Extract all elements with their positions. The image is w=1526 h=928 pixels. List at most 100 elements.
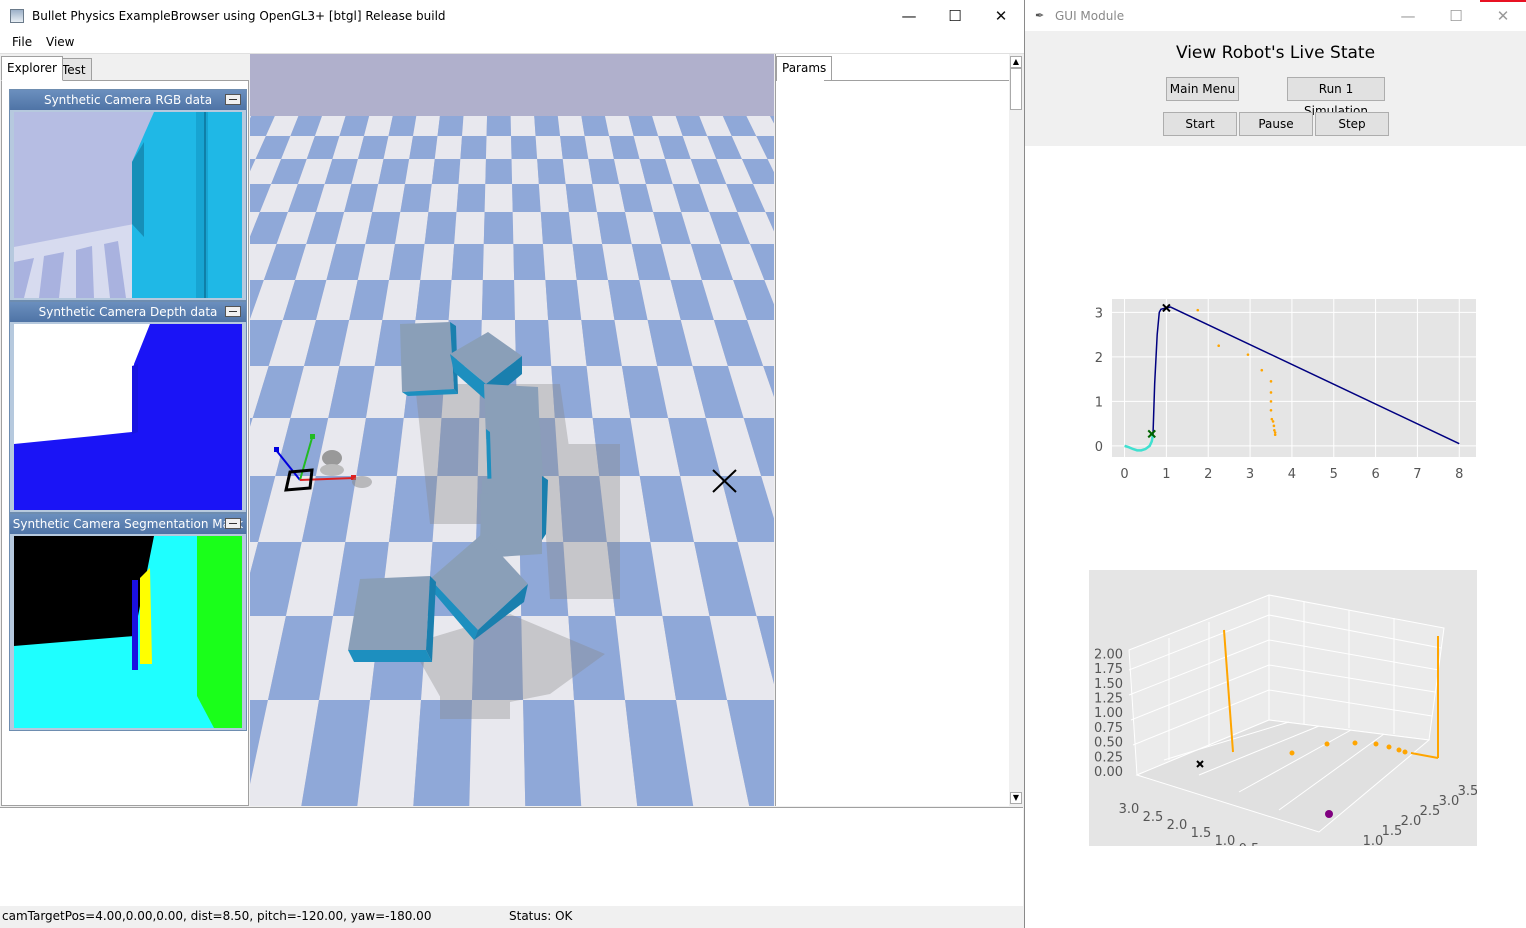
menu-file[interactable]: File bbox=[12, 35, 32, 49]
segmentation-camera-panel[interactable]: Synthetic Camera Segmentation Mask bbox=[9, 513, 247, 731]
segmentation-camera-titlebar[interactable]: Synthetic Camera Segmentation Mask bbox=[10, 514, 246, 534]
scroll-down-arrow-icon[interactable]: ▼ bbox=[1010, 792, 1022, 804]
scatter-point bbox=[1196, 308, 1200, 312]
scatter-point bbox=[1246, 353, 1250, 356]
floor-tile bbox=[512, 212, 543, 244]
step-button[interactable]: Step bbox=[1315, 112, 1389, 136]
bullet-maximize-button[interactable]: ☐ bbox=[932, 0, 978, 31]
3d-viewport[interactable] bbox=[250, 54, 774, 806]
app-icon bbox=[10, 8, 24, 23]
floor-tile bbox=[431, 159, 461, 184]
scroll-up-arrow-icon[interactable]: ▲ bbox=[1010, 56, 1022, 68]
scatter-point bbox=[1273, 433, 1277, 437]
menu-view[interactable]: View bbox=[46, 35, 74, 49]
floor-tile bbox=[512, 184, 541, 212]
floor-tile bbox=[388, 116, 417, 136]
floor-tile bbox=[545, 280, 582, 320]
bullet-window-title: Bullet Physics ExampleBrowser using Open… bbox=[32, 8, 446, 23]
floor-tile bbox=[485, 136, 512, 159]
z-tick-label: 2.00 bbox=[1094, 647, 1123, 662]
floor-tile bbox=[420, 244, 455, 280]
bullet-close-button[interactable]: ✕ bbox=[978, 0, 1024, 31]
pause-button[interactable]: Pause bbox=[1239, 112, 1313, 136]
gui-heading: View Robot's Live State bbox=[1175, 43, 1376, 63]
segmentation-camera-minimize-button[interactable] bbox=[225, 518, 241, 529]
start-button[interactable]: Start bbox=[1163, 112, 1237, 136]
y-tick-label: 1 bbox=[1095, 395, 1103, 410]
x-tick-label: 4 bbox=[1288, 467, 1296, 482]
floor-tile bbox=[405, 159, 435, 184]
scatter-point bbox=[1273, 431, 1277, 434]
floor-tile bbox=[437, 116, 464, 136]
scatter-point bbox=[1269, 391, 1273, 394]
gui-close-button[interactable]: ✕ bbox=[1480, 0, 1526, 31]
floor-tile bbox=[460, 136, 487, 159]
floor-tile bbox=[484, 184, 513, 212]
x-tick-label: 1.5 bbox=[1382, 824, 1403, 839]
floor-tile bbox=[588, 159, 620, 184]
run-simulation-button[interactable]: Run 1 Simulation bbox=[1287, 77, 1385, 118]
depth-camera-panel[interactable]: Synthetic Camera Depth data bbox=[9, 301, 247, 513]
floor-tile bbox=[510, 116, 536, 136]
x-tick-label: 6 bbox=[1371, 467, 1379, 482]
bullet-minimize-button[interactable]: — bbox=[886, 0, 932, 31]
floor-tile bbox=[395, 212, 429, 244]
floor-tile bbox=[424, 212, 457, 244]
floor-tile bbox=[568, 212, 603, 244]
vertical-scrollbar[interactable]: ▲ ▼ bbox=[1009, 54, 1023, 806]
console-output[interactable] bbox=[0, 807, 1023, 906]
segmentation-camera-title: Synthetic Camera Segmentation Mask bbox=[12, 517, 244, 531]
floor-tile bbox=[415, 280, 452, 320]
x-tick-label: 2 bbox=[1204, 467, 1212, 482]
z-tick-label: 1.75 bbox=[1094, 662, 1123, 677]
gui-titlebar: ✒ GUI Module — ☐ ✕ bbox=[1025, 0, 1526, 31]
rgb-camera-panel[interactable]: Synthetic Camera RGB data bbox=[9, 89, 247, 301]
depth-camera-image bbox=[14, 324, 242, 510]
x-tick-label: 3 bbox=[1246, 467, 1254, 482]
floor-tile bbox=[576, 280, 615, 320]
floor-tile bbox=[451, 244, 484, 280]
floor-tile bbox=[542, 244, 577, 280]
y-tick-label: 2.0 bbox=[1167, 818, 1188, 833]
x-tick-label: 2.5 bbox=[1420, 804, 1441, 819]
3d-goal-marker bbox=[1325, 810, 1333, 818]
floor-tile bbox=[482, 244, 515, 280]
floor-tile bbox=[454, 212, 485, 244]
x-tick-label: 5 bbox=[1330, 467, 1338, 482]
rgb-camera-titlebar[interactable]: Synthetic Camera RGB data bbox=[10, 90, 246, 110]
depth-camera-titlebar[interactable]: Synthetic Camera Depth data bbox=[10, 302, 246, 322]
floor-tile bbox=[560, 136, 589, 159]
gui-window-title: GUI Module bbox=[1055, 9, 1125, 23]
floor-tile bbox=[481, 280, 515, 320]
close-accent bbox=[1480, 0, 1526, 2]
z-tick-label: 1.25 bbox=[1094, 692, 1123, 707]
tab-explorer[interactable]: Explorer bbox=[1, 56, 63, 81]
floor-tile bbox=[538, 184, 569, 212]
scatter-point bbox=[1271, 420, 1275, 423]
scroll-thumb[interactable] bbox=[1010, 68, 1022, 110]
scatter-point bbox=[1269, 400, 1273, 403]
rgb-camera-minimize-button[interactable] bbox=[225, 94, 241, 105]
segmentation-camera-image bbox=[14, 536, 242, 728]
floor-tile bbox=[383, 136, 413, 159]
floor-tile bbox=[483, 212, 514, 244]
scatter-point bbox=[1260, 368, 1264, 372]
depth-camera-title: Synthetic Camera Depth data bbox=[38, 305, 218, 319]
z-tick-label: 1.50 bbox=[1094, 677, 1123, 692]
floor-tile bbox=[572, 244, 608, 280]
params-panel: Params bbox=[775, 54, 1010, 806]
scatter-point bbox=[1269, 380, 1273, 383]
rgb-camera-title: Synthetic Camera RGB data bbox=[43, 93, 213, 107]
depth-camera-minimize-button[interactable] bbox=[225, 306, 241, 317]
status-text: Status: OK bbox=[509, 909, 573, 923]
floor-tile bbox=[537, 159, 566, 184]
main-menu-button[interactable]: Main Menu bbox=[1166, 77, 1239, 101]
scatter-point bbox=[1273, 428, 1276, 432]
gui-maximize-button[interactable]: ☐ bbox=[1433, 0, 1479, 31]
floor-tile bbox=[462, 116, 488, 136]
floor-tile bbox=[562, 159, 593, 184]
x-tick-label: 0 bbox=[1120, 467, 1128, 482]
gui-minimize-button[interactable]: — bbox=[1385, 0, 1431, 31]
floor-tile bbox=[523, 700, 582, 806]
tab-params[interactable]: Params bbox=[776, 56, 833, 81]
